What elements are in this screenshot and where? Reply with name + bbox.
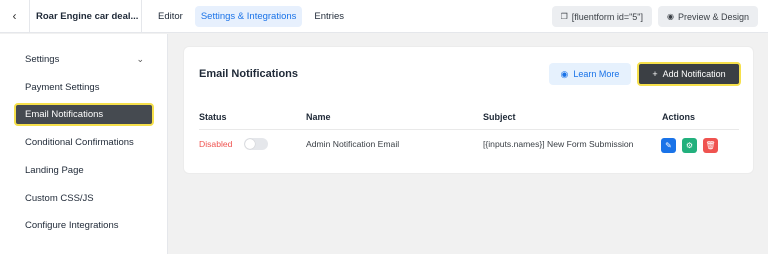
tab-settings-integrations[interactable]: Settings & Integrations [194,5,303,27]
sidebar-item-landing-page[interactable]: Landing Page [14,159,154,182]
notification-subject: [{inputs.names}] New Form Submission [483,139,634,149]
sidebar-item-label: Settings [25,54,60,65]
table-header-divider [199,129,739,130]
add-notification-label: Add Notification [662,69,726,79]
edit-button[interactable]: ✎ [661,138,676,153]
chevron-down-icon: ⌄ [136,54,144,64]
email-notifications-card: Email Notifications ◉ Learn More + Add N… [183,46,754,174]
sidebar-item-label: Landing Page [25,165,84,176]
delete-button[interactable]: 🗑 [703,138,718,153]
learn-more-label: Learn More [573,69,620,79]
column-header-actions: Actions [662,112,696,122]
page-title: Email Notifications [199,68,299,80]
settings-button[interactable]: ⚙ [682,138,697,153]
sidebar-item-label: Conditional Confirmations [25,137,134,148]
status-text: Disabled [199,139,233,149]
preview-label: Preview & Design [677,11,749,22]
sidebar-item-label: Configure Integrations [25,220,119,231]
copy-icon: ❐ [560,12,568,21]
column-header-name: Name [306,112,331,122]
sidebar-item-email-notifications[interactable]: Email Notifications [14,103,154,126]
sidebar-item-label: Email Notifications [25,109,104,120]
trash-icon: 🗑 [705,141,716,150]
form-title[interactable]: Roar Engine car deal... [30,0,142,33]
column-header-subject: Subject [483,112,516,122]
sidebar-item-settings[interactable]: Settings ⌄ [14,48,154,71]
settings-sidebar: Settings ⌄ Payment Settings Email Notifi… [0,34,168,254]
sidebar-item-custom-css-js[interactable]: Custom CSS/JS [14,187,154,210]
tab-editor[interactable]: Editor [152,6,189,27]
shortcode-label: [fluentform id="5"] [571,11,643,22]
top-bar: ‹ Roar Engine car deal... Editor Setting… [0,0,768,33]
plus-icon: + [652,69,658,79]
notification-name: Admin Notification Email [306,139,400,149]
sidebar-item-label: Payment Settings [25,82,100,93]
learn-more-button[interactable]: ◉ Learn More [549,63,631,85]
toggle-knob [245,139,255,149]
play-circle-icon: ◉ [560,68,569,79]
tab-bar: Editor Settings & Integrations Entries [152,5,350,27]
sidebar-item-label: Custom CSS/JS [25,193,94,204]
shortcode-copy-button[interactable]: ❐ [fluentform id="5"] [551,6,652,27]
chevron-left-icon: ‹ [12,9,17,23]
tab-entries[interactable]: Entries [308,6,350,27]
gear-icon: ⚙ [685,141,694,150]
eye-icon: ◉ [666,12,674,21]
status-toggle[interactable] [244,138,268,150]
column-header-status: Status [199,112,227,122]
sidebar-item-payment-settings[interactable]: Payment Settings [14,76,154,99]
sidebar-item-conditional-confirmations[interactable]: Conditional Confirmations [14,131,154,154]
sidebar-item-configure-integrations[interactable]: Configure Integrations [14,214,154,237]
back-button[interactable]: ‹ [0,0,30,33]
pencil-icon: ✎ [665,141,672,150]
add-notification-button[interactable]: + Add Notification [637,62,741,86]
preview-design-button[interactable]: ◉ Preview & Design [657,6,758,27]
